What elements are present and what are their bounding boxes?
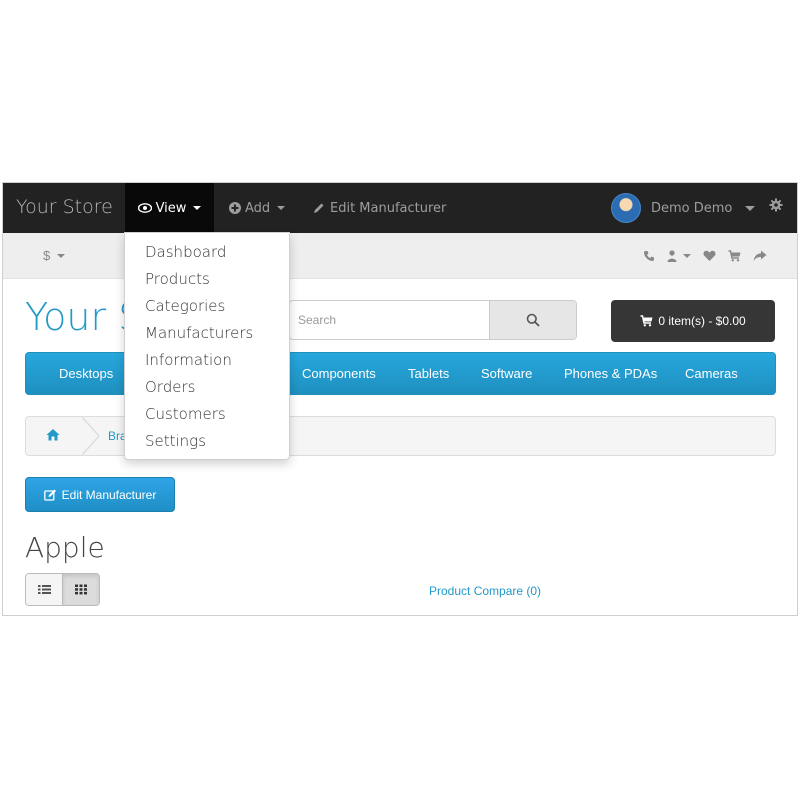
list-icon [37, 584, 51, 595]
store-page: Your Store View Add Edit Manufacturer De… [2, 182, 798, 616]
view-dropdown-menu: Dashboard Products Categories Manufactur… [124, 232, 290, 460]
menu-item-software[interactable]: Software [481, 353, 532, 394]
edit-manufacturer-link[interactable]: Edit Manufacturer [313, 183, 446, 233]
pencil-icon [313, 202, 325, 214]
menu-item-desktops[interactable]: Desktops [59, 353, 113, 394]
dropdown-item-dashboard[interactable]: Dashboard [145, 243, 226, 261]
cart-label: 0 item(s) - $0.00 [658, 314, 746, 328]
share-icon[interactable] [753, 250, 767, 262]
dropdown-item-categories[interactable]: Categories [145, 297, 225, 315]
user-menu-toggle[interactable]: Demo Demo [611, 183, 756, 233]
view-menu-toggle[interactable]: View [125, 183, 214, 233]
add-menu-toggle[interactable]: Add [229, 183, 286, 233]
top-links [643, 233, 767, 278]
currency-symbol: $ [43, 248, 51, 263]
dropdown-item-manufacturers[interactable]: Manufacturers [145, 324, 253, 342]
admin-brand[interactable]: Your Store [16, 183, 113, 233]
chevron-down-icon [277, 206, 286, 210]
search-bar [289, 300, 577, 340]
dropdown-item-orders[interactable]: Orders [145, 378, 195, 396]
page-title: Apple [25, 531, 105, 564]
view-menu-label: View [155, 200, 187, 216]
admin-bar: Your Store View Add Edit Manufacturer De… [3, 183, 797, 233]
currency-selector[interactable]: $ [43, 233, 66, 278]
chevron-down-icon [193, 206, 202, 210]
search-button[interactable] [489, 301, 576, 339]
heart-icon[interactable] [703, 250, 716, 262]
cart-icon [640, 315, 653, 327]
edit-manufacturer-button-label: Edit Manufacturer [61, 487, 157, 502]
menu-item-cameras[interactable]: Cameras [685, 353, 738, 394]
dropdown-item-products[interactable]: Products [145, 270, 210, 288]
cart-button[interactable]: 0 item(s) - $0.00 [611, 300, 775, 342]
search-icon [526, 313, 540, 327]
phone-icon[interactable] [643, 250, 655, 262]
list-view-button[interactable] [26, 574, 62, 605]
plus-circle-icon [229, 202, 241, 214]
user-name: Demo Demo [651, 200, 733, 216]
eye-icon [137, 203, 152, 213]
chevron-down-icon [683, 253, 691, 258]
add-menu-label: Add [245, 200, 271, 216]
view-toggle [25, 573, 100, 606]
grid-icon [75, 584, 87, 595]
product-compare-link[interactable]: Product Compare (0) [429, 584, 541, 598]
dropdown-item-customers[interactable]: Customers [145, 405, 226, 423]
menu-item-components[interactable]: Components [302, 353, 376, 394]
dropdown-item-information[interactable]: Information [145, 351, 232, 369]
gear-icon[interactable] [769, 198, 783, 212]
edit-icon [43, 489, 57, 501]
dropdown-item-settings[interactable]: Settings [145, 432, 206, 450]
grid-view-button[interactable] [62, 574, 99, 605]
breadcrumb-separator [81, 416, 100, 456]
user-icon[interactable] [667, 249, 691, 262]
cart-icon[interactable] [728, 249, 741, 262]
chevron-down-icon [745, 205, 756, 211]
edit-manufacturer-button[interactable]: Edit Manufacturer [25, 477, 175, 512]
menu-item-tablets[interactable]: Tablets [408, 353, 449, 394]
avatar [611, 193, 641, 223]
top-bar: $ [3, 233, 797, 279]
menu-item-phones-pdas[interactable]: Phones & PDAs [564, 353, 657, 394]
edit-manufacturer-label: Edit Manufacturer [330, 200, 447, 216]
chevron-down-icon [57, 253, 66, 258]
home-icon[interactable] [46, 428, 60, 441]
search-input[interactable] [290, 301, 489, 339]
